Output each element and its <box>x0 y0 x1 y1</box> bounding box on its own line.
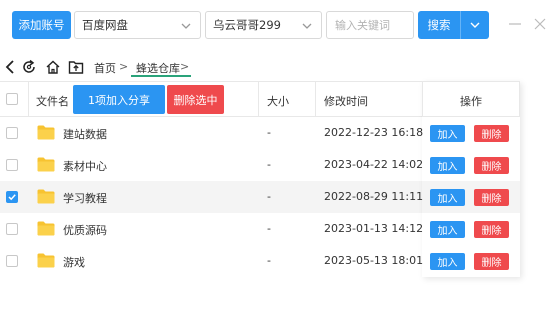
add-button[interactable]: 加入 <box>430 189 465 206</box>
breadcrumb-home[interactable]: 首页 <box>94 60 116 76</box>
drive-select[interactable]: 百度网盘 <box>74 11 201 39</box>
search-input[interactable] <box>326 11 414 39</box>
header-modified: 修改时间 <box>324 95 368 108</box>
delete-button[interactable]: 删除 <box>474 125 509 142</box>
row-checkbox[interactable] <box>6 191 18 203</box>
delete-button[interactable]: 删除 <box>474 221 509 238</box>
column-divider <box>422 82 423 117</box>
drive-select-value: 百度网盘 <box>82 18 128 32</box>
column-divider <box>519 82 520 117</box>
batch-add-share-button[interactable]: 1项加入分享 <box>73 85 165 114</box>
delete-selected-button[interactable]: 删除选中 <box>167 85 224 114</box>
file-modified: 2022-08-29 11:11 <box>324 190 424 203</box>
row-checkbox[interactable] <box>6 255 18 267</box>
breadcrumb-separator: > <box>119 60 129 73</box>
delete-button[interactable]: 删除 <box>474 253 509 270</box>
row-checkbox[interactable] <box>6 127 18 139</box>
back-icon[interactable] <box>3 59 19 75</box>
delete-button[interactable]: 删除 <box>474 157 509 174</box>
navigation-bar: 首页 > 蜂选仓库 > <box>0 56 555 78</box>
table-header: 文件名 1项加入分享 删除选中 大小 修改时间 操作 <box>0 81 520 117</box>
toolbar: 添加账号 百度网盘 乌云哥哥299 搜索 <box>0 0 555 50</box>
minimize-icon[interactable] <box>508 17 522 31</box>
column-divider <box>315 82 316 117</box>
file-modified: 2022-12-23 16:18 <box>324 126 424 139</box>
add-account-button[interactable]: 添加账号 <box>12 11 71 39</box>
file-size: - <box>267 222 271 235</box>
file-size: - <box>267 126 271 139</box>
chevron-down-icon <box>470 22 480 28</box>
file-modified: 2023-01-13 14:12 <box>324 222 424 235</box>
add-button[interactable]: 加入 <box>430 221 465 238</box>
table-row[interactable]: 素材中心 - 2023-04-22 14:02 加入 删除 <box>0 149 520 181</box>
table-row[interactable]: 学习教程 - 2022-08-29 11:11 加入 删除 <box>0 181 520 213</box>
add-button[interactable]: 加入 <box>430 253 465 270</box>
add-button[interactable]: 加入 <box>430 125 465 142</box>
upload-folder-icon[interactable] <box>68 59 84 75</box>
row-checkbox[interactable] <box>6 159 18 171</box>
file-name[interactable]: 建站数据 <box>63 126 107 142</box>
folder-icon <box>37 253 55 268</box>
search-button[interactable]: 搜索 <box>418 11 460 39</box>
file-name[interactable]: 游戏 <box>63 254 85 270</box>
table-row[interactable]: 游戏 - 2023-05-13 18:01 加入 删除 <box>0 245 520 277</box>
check-icon <box>8 194 16 201</box>
row-checkbox[interactable] <box>6 223 18 235</box>
file-modified: 2023-05-13 18:01 <box>324 254 424 267</box>
folder-icon <box>37 125 55 140</box>
header-filename: 文件名 <box>36 95 69 108</box>
file-modified: 2023-04-22 14:02 <box>324 158 424 171</box>
file-name[interactable]: 学习教程 <box>63 190 107 206</box>
close-icon[interactable] <box>533 17 547 31</box>
select-all-checkbox[interactable] <box>6 93 18 105</box>
column-divider <box>258 82 259 117</box>
table-row[interactable]: 优质源码 - 2023-01-13 14:12 加入 删除 <box>0 213 520 245</box>
chevron-down-icon <box>302 23 312 29</box>
file-size: - <box>267 190 271 203</box>
file-size: - <box>267 158 271 171</box>
folder-icon <box>37 157 55 172</box>
column-divider <box>28 82 29 117</box>
search-button-group: 搜索 <box>418 11 489 39</box>
breadcrumb-active-underline <box>131 75 191 77</box>
breadcrumb-current[interactable]: 蜂选仓库 <box>136 60 180 76</box>
chevron-down-icon <box>181 23 191 29</box>
file-name[interactable]: 素材中心 <box>63 158 107 174</box>
delete-button[interactable]: 删除 <box>474 189 509 206</box>
refresh-icon[interactable] <box>21 59 37 75</box>
account-select-value: 乌云哥哥299 <box>213 18 281 32</box>
add-button[interactable]: 加入 <box>430 157 465 174</box>
home-icon[interactable] <box>45 59 61 75</box>
file-size: - <box>267 254 271 267</box>
header-size: 大小 <box>267 95 289 108</box>
header-actions: 操作 <box>460 95 482 108</box>
account-select[interactable]: 乌云哥哥299 <box>205 11 322 39</box>
search-dropdown-button[interactable] <box>461 11 489 39</box>
table-row[interactable]: 建站数据 - 2022-12-23 16:18 加入 删除 <box>0 117 520 149</box>
folder-icon <box>37 221 55 236</box>
folder-icon <box>37 189 55 204</box>
breadcrumb-separator: > <box>180 60 190 73</box>
file-name[interactable]: 优质源码 <box>63 222 107 238</box>
